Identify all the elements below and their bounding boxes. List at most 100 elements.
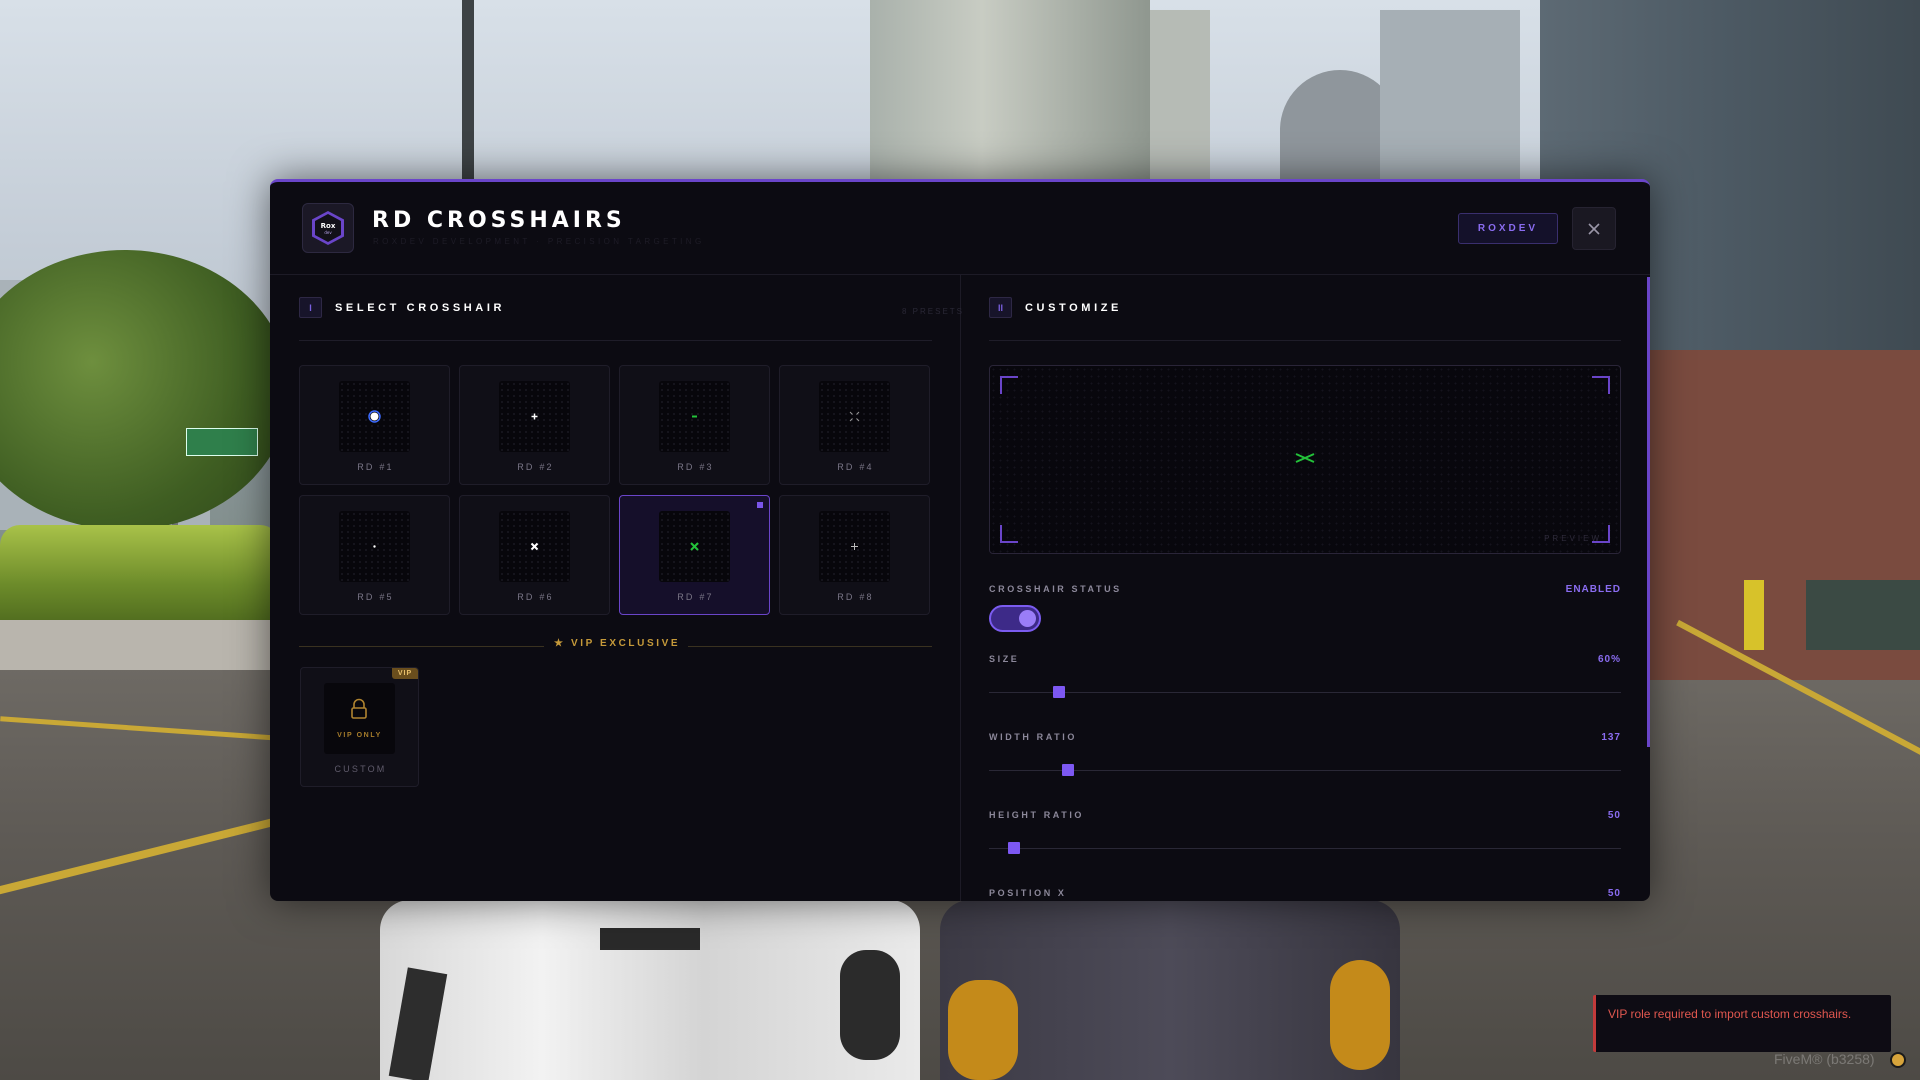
- crosshair-status-value: ENABLED: [1565, 584, 1621, 595]
- crosshair-preview: PREVIEW: [989, 365, 1621, 554]
- preset-label: RD #3: [677, 462, 714, 472]
- preset-label: RD #7: [677, 592, 714, 602]
- crosshair-thumbnail: [819, 381, 890, 452]
- preset-card-rd8[interactable]: RD #8: [779, 495, 930, 615]
- vip-custom-card[interactable]: VIP VIP ONLY CUSTOM: [300, 667, 419, 787]
- dot-crosshair-icon: [368, 410, 381, 423]
- split-corner-crosshair-icon: [849, 411, 860, 422]
- crosshair-thumbnail: [339, 511, 410, 582]
- crosshair-thumbnail: [499, 381, 570, 452]
- preview-corner: [1000, 376, 1018, 394]
- preset-label: RD #4: [837, 462, 874, 472]
- presets-count: 8 PRESETS: [901, 307, 964, 316]
- vip-exclusive-label: ★ VIP EXCLUSIVE: [554, 638, 681, 649]
- road-sign: [186, 428, 258, 456]
- crosshair-status-toggle[interactable]: [989, 605, 1041, 632]
- customize-header: II CUSTOMIZE: [989, 297, 1122, 318]
- preview-label: PREVIEW: [1544, 534, 1602, 543]
- street-pole: [462, 0, 474, 180]
- small-plus-crosshair-icon: [531, 413, 538, 420]
- vip-divider-left: [299, 646, 544, 647]
- toggle-knob: [1019, 610, 1036, 627]
- preset-card-rd2[interactable]: RD #2: [459, 365, 610, 485]
- hand: [948, 980, 1018, 1080]
- crosshair-status-label: CROSSHAIR STATUS: [989, 584, 1122, 594]
- logo-text: Rox: [320, 221, 336, 230]
- preset-card-rd3[interactable]: RD #3: [619, 365, 770, 485]
- section-rule: [299, 340, 932, 341]
- glove: [840, 950, 900, 1060]
- preview-crosshair-icon: [1295, 453, 1315, 463]
- hedge: [0, 525, 280, 625]
- height-ratio-value: 50: [1607, 810, 1621, 821]
- crosshair-thumbnail: [659, 511, 730, 582]
- width-ratio-slider-track[interactable]: [989, 770, 1621, 771]
- position-x-label: POSITION X: [989, 888, 1067, 898]
- size-slider-thumb[interactable]: [1052, 686, 1065, 698]
- section-title: CUSTOMIZE: [1025, 301, 1122, 314]
- crosshair-thumbnail: [339, 381, 410, 452]
- tiny-dot-crosshair-icon: [373, 545, 376, 548]
- preview-corner: [1592, 376, 1610, 394]
- preview-corner: [1000, 525, 1018, 543]
- width-ratio-label: WIDTH RATIO: [989, 732, 1077, 742]
- logo-subtext: dev: [324, 229, 332, 235]
- player-character-white-suit: [380, 900, 920, 1080]
- building: [870, 0, 1150, 200]
- x-crosshair-icon: [530, 542, 539, 551]
- preset-label: RD #5: [357, 592, 394, 602]
- panel-header: Rox dev RD CROSSHAIRS ROXDEV DEVELOPMENT…: [270, 182, 1650, 275]
- green-dash-crosshair-icon: [692, 415, 697, 418]
- preset-card-rd1[interactable]: RD #1: [299, 365, 450, 485]
- fivem-icon: [1890, 1052, 1906, 1068]
- logo-hex-icon: Rox dev: [312, 211, 344, 245]
- dumpster: [1806, 580, 1920, 650]
- crosshair-thumbnail: [819, 511, 890, 582]
- vip-badge: VIP: [392, 668, 418, 679]
- section-rule: [989, 340, 1621, 341]
- custom-label: CUSTOM: [334, 764, 387, 774]
- brand-button[interactable]: ROXDEV: [1458, 213, 1558, 244]
- height-ratio-slider-track[interactable]: [989, 848, 1621, 849]
- fivem-watermark: FiveM® (b3258): [1774, 1051, 1875, 1067]
- crosshair-panel: Rox dev RD CROSSHAIRS ROXDEV DEVELOPMENT…: [270, 179, 1650, 901]
- column-divider: [960, 275, 961, 901]
- close-icon: [1588, 222, 1600, 235]
- preset-label: RD #2: [517, 462, 554, 472]
- preset-label: RD #8: [837, 592, 874, 602]
- vip-divider-right: [688, 646, 932, 647]
- lock-icon: [351, 698, 367, 719]
- error-toast: VIP role required to import custom cross…: [1593, 995, 1891, 1052]
- toast-message: VIP role required to import custom cross…: [1608, 1007, 1852, 1021]
- width-ratio-slider-thumb[interactable]: [1062, 764, 1074, 776]
- bollard: [1744, 580, 1764, 650]
- select-crosshair-header: I SELECT CROSSHAIR: [299, 297, 505, 318]
- size-slider-track[interactable]: [989, 692, 1621, 693]
- preset-label: RD #1: [357, 462, 394, 472]
- height-ratio-label: HEIGHT RATIO: [989, 810, 1085, 820]
- logo: Rox dev: [302, 203, 354, 253]
- width-ratio-value: 137: [1601, 732, 1621, 743]
- size-value: 60%: [1597, 654, 1621, 665]
- green-x-crosshair-icon: [690, 542, 699, 551]
- selected-indicator: [757, 502, 763, 508]
- hand: [1330, 960, 1390, 1070]
- building: [1150, 10, 1210, 200]
- panel-subtitle: ROXDEV DEVELOPMENT · PRECISION TARGETING: [373, 237, 705, 246]
- section-number: I: [299, 297, 322, 318]
- preset-card-rd6[interactable]: RD #6: [459, 495, 610, 615]
- size-label: SIZE: [989, 654, 1020, 664]
- panel-title: RD CROSSHAIRS: [372, 208, 626, 233]
- preset-card-rd7[interactable]: RD #7: [619, 495, 770, 615]
- close-button[interactable]: [1572, 207, 1616, 250]
- vip-thumbnail: VIP ONLY: [324, 683, 395, 754]
- height-ratio-slider-thumb[interactable]: [1008, 842, 1021, 854]
- section-number: II: [989, 297, 1012, 318]
- vip-only-text: VIP ONLY: [337, 732, 382, 739]
- thin-plus-crosshair-icon: [851, 543, 858, 550]
- section-title: SELECT CROSSHAIR: [335, 301, 506, 314]
- preset-card-rd4[interactable]: RD #4: [779, 365, 930, 485]
- curb: [0, 620, 280, 670]
- belt: [600, 928, 700, 950]
- preset-card-rd5[interactable]: RD #5: [299, 495, 450, 615]
